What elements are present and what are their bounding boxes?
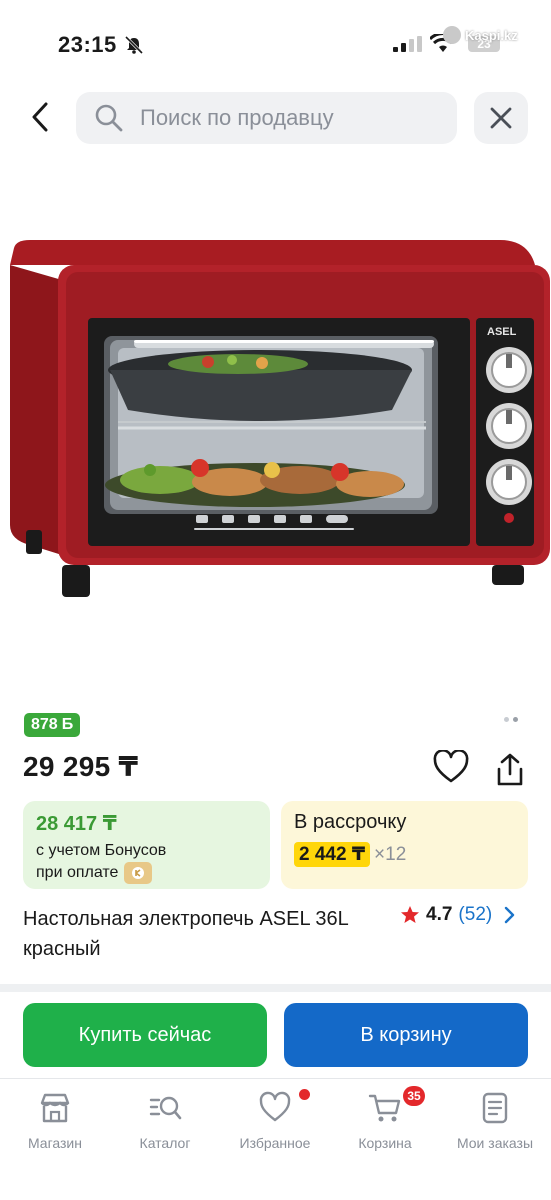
status-bar: 23:15 23 Kaspi.kz	[0, 0, 551, 80]
tab-cart[interactable]: 35 Корзина	[330, 1086, 440, 1151]
reviews-count: (52)	[458, 904, 493, 925]
gallery-pagination	[504, 717, 518, 722]
favorites-notification-dot	[299, 1089, 310, 1100]
product-price: 29 295 ₸	[23, 751, 139, 782]
add-to-cart-button[interactable]: В корзину	[284, 1003, 528, 1067]
tab-label: Мои заказы	[456, 1135, 534, 1151]
watermark-logo-icon	[443, 26, 461, 44]
gallery-dot[interactable]	[513, 717, 518, 722]
share-icon[interactable]	[492, 752, 528, 788]
bonus-amount: 878	[31, 716, 58, 733]
bonus-note-line1: с учетом Бонусов	[36, 842, 167, 859]
status-time: 23:15	[58, 32, 117, 57]
product-image[interactable]: ASEL	[0, 170, 551, 690]
gallery-dot[interactable]	[504, 717, 509, 722]
bonus-note-line2-row: при оплате	[36, 861, 257, 885]
heart-icon[interactable]	[433, 750, 469, 784]
bonus-price: 28 417 ₸	[36, 813, 117, 835]
shop-icon	[40, 1093, 70, 1123]
bonus-note-line2: при оплате	[36, 864, 119, 881]
search-box[interactable]	[76, 92, 457, 144]
rating-value: 4.7	[426, 904, 453, 925]
bonus-symbol: Б	[61, 716, 74, 733]
watermark-text: Kaspi.kz	[465, 27, 518, 43]
tab-shop[interactable]: Магазин	[0, 1091, 110, 1151]
chevron-left-icon	[32, 102, 48, 132]
heart-icon	[259, 1091, 291, 1122]
buy-now-button[interactable]: Купить сейчас	[23, 1003, 267, 1067]
tab-label: Магазин	[27, 1135, 82, 1151]
star-icon	[401, 906, 419, 923]
bonus-price-card[interactable]: 28 417 ₸ с учетом Бонусов при оплате	[23, 801, 270, 889]
tab-favorites[interactable]: Избранное	[220, 1089, 330, 1151]
installment-card[interactable]: В рассрочку 2 442 ₸ ×12	[281, 801, 528, 889]
bonus-coin-icon	[124, 862, 153, 884]
back-button[interactable]	[18, 92, 62, 142]
section-divider	[0, 984, 551, 992]
search-icon	[95, 104, 123, 132]
tab-label: Избранное	[239, 1135, 311, 1151]
header	[0, 90, 551, 146]
product-title: Настольная электропечь ASEL 36L красный	[23, 908, 349, 960]
search-input[interactable]	[140, 105, 440, 131]
installment-months: ×12	[374, 843, 407, 865]
kaspi-watermark: Kaspi.kz	[443, 26, 518, 44]
installment-title: В рассрочку	[294, 811, 407, 833]
close-button[interactable]	[474, 92, 528, 144]
bottom-tab-bar: Магазин Каталог Избранное 35 Корзина Мои…	[0, 1078, 551, 1200]
signal-icon	[393, 36, 422, 52]
cart-icon	[368, 1094, 401, 1122]
close-icon	[490, 107, 512, 129]
installment-row: 2 442 ₸ ×12	[294, 842, 515, 867]
bell-muted-icon	[124, 36, 144, 54]
bonus-badge: 878 Б	[24, 713, 81, 737]
tab-orders[interactable]: Мои заказы	[440, 1091, 550, 1151]
rating-link[interactable]: 4.7 (52)	[400, 904, 516, 926]
oven-brand-label: ASEL	[487, 326, 517, 338]
installment-monthly: 2 442 ₸	[294, 842, 371, 867]
tab-label: Каталог	[139, 1135, 191, 1151]
cart-badge: 35	[403, 1086, 425, 1106]
catalog-search-icon	[149, 1096, 182, 1120]
tab-label: Корзина	[358, 1135, 412, 1151]
orders-icon	[482, 1092, 508, 1124]
chevron-right-icon	[505, 906, 515, 924]
tab-catalog[interactable]: Каталог	[110, 1091, 220, 1151]
